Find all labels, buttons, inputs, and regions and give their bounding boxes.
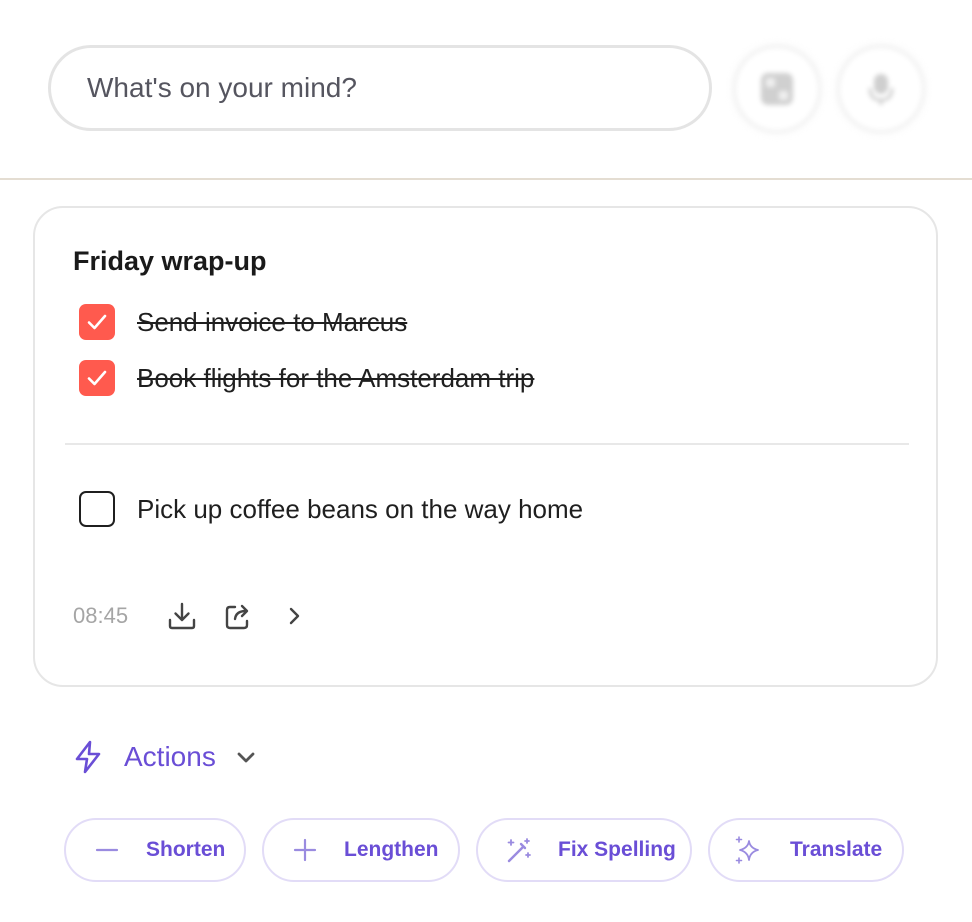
task-checkbox-checked[interactable] — [79, 360, 115, 396]
task-label[interactable]: Send invoice to Marcus — [137, 307, 407, 338]
microphone-button[interactable] — [840, 48, 922, 130]
task-item-completed: Send invoice to Marcus — [79, 304, 407, 340]
composer-placeholder: What's on your mind? — [87, 72, 357, 103]
shorten-label: Shorten — [146, 838, 226, 861]
actions-label: Actions — [124, 741, 216, 772]
download-icon — [168, 602, 196, 630]
plus-icon — [290, 835, 320, 865]
download-button[interactable] — [164, 598, 200, 634]
lightning-icon — [75, 740, 101, 774]
fix-spelling-label: Fix Spelling — [558, 838, 676, 861]
minus-icon — [92, 835, 122, 865]
chevron-down-icon — [237, 752, 255, 763]
chevron-right-icon — [289, 607, 300, 625]
more-button[interactable] — [276, 598, 312, 634]
microphone-icon — [868, 74, 894, 105]
task-label[interactable]: Book flights for the Amsterdam trip — [137, 363, 534, 394]
share-icon — [225, 604, 249, 630]
composer-bar: What's on your mind? — [0, 0, 972, 178]
note-footer: 08:45 — [73, 598, 332, 634]
image-button[interactable] — [736, 48, 818, 130]
translate-label: Translate — [790, 838, 883, 861]
translate-button[interactable]: Translate — [708, 818, 904, 882]
lengthen-label: Lengthen — [344, 838, 439, 861]
note-time: 08:45 — [73, 603, 129, 628]
task-label[interactable]: Pick up coffee beans on the way home — [137, 494, 583, 525]
composer-input[interactable]: What's on your mind? — [48, 45, 712, 131]
checkmark-icon — [87, 314, 107, 330]
magic-wand-icon — [504, 835, 534, 865]
lengthen-button[interactable]: Lengthen — [262, 818, 460, 882]
task-checkbox-unchecked[interactable] — [79, 491, 115, 527]
top-divider — [0, 178, 972, 180]
fix-spelling-button[interactable]: Fix Spelling — [476, 818, 692, 882]
task-item-completed: Book flights for the Amsterdam trip — [79, 360, 534, 396]
task-item-open: Pick up coffee beans on the way home — [79, 491, 583, 527]
task-checkbox-checked[interactable] — [79, 304, 115, 340]
note-card: Friday wrap-up Send invoice to Marcus Bo… — [33, 206, 938, 687]
sparkle-icon — [734, 835, 764, 865]
checkmark-icon — [87, 370, 107, 386]
shorten-button[interactable]: Shorten — [64, 818, 246, 882]
actions-toggle[interactable]: Actions — [72, 740, 258, 774]
image-icon — [761, 73, 793, 105]
task-divider — [65, 443, 909, 445]
share-button[interactable] — [220, 598, 256, 634]
note-title: Friday wrap-up — [73, 246, 267, 276]
